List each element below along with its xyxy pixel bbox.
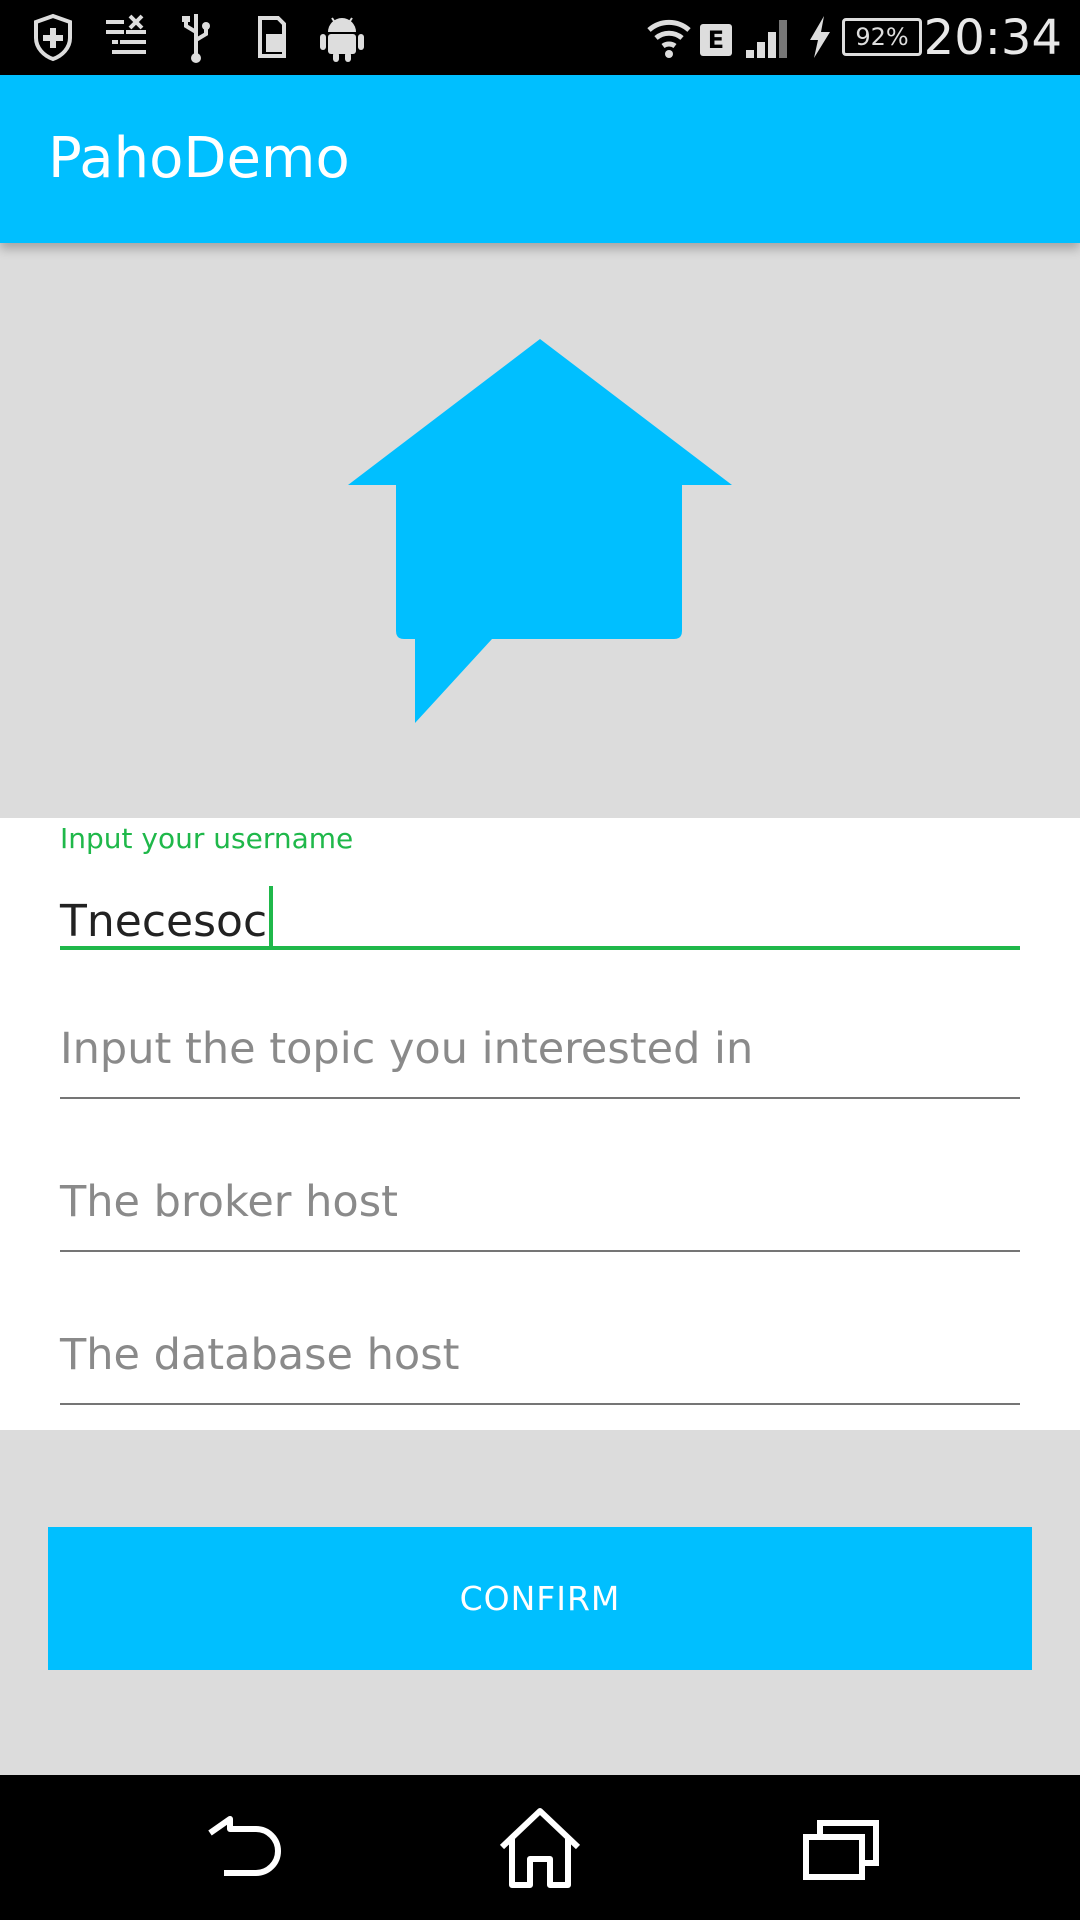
login-form: Input your username Tnecesoc Input the t… bbox=[0, 818, 1080, 1430]
home-icon[interactable] bbox=[490, 1803, 590, 1893]
shield-icon bbox=[34, 13, 72, 62]
topic-field[interactable]: Input the topic you interested in bbox=[60, 1008, 1020, 1108]
username-underline bbox=[60, 946, 1020, 950]
database-field[interactable]: The database host bbox=[60, 1314, 1020, 1414]
sim-icon bbox=[258, 16, 286, 58]
app-title: PahoDemo bbox=[48, 126, 350, 191]
username-value-wrap: Tnecesoc bbox=[60, 886, 274, 947]
hero-banner bbox=[0, 243, 1080, 818]
topic-input[interactable]: Input the topic you interested in bbox=[60, 1024, 753, 1074]
database-input[interactable]: The database host bbox=[60, 1330, 460, 1380]
clock: 20:34 bbox=[923, 10, 1062, 66]
android-icon bbox=[320, 17, 364, 62]
usb-icon bbox=[182, 14, 210, 63]
status-bar: E 92% 20:34 bbox=[0, 0, 1080, 75]
topic-underline bbox=[60, 1097, 1020, 1099]
broker-input[interactable]: The broker host bbox=[60, 1177, 398, 1227]
confirm-button[interactable]: CONFIRM bbox=[48, 1527, 1032, 1670]
notification-clear-icon bbox=[106, 14, 146, 54]
battery-level: 92% bbox=[855, 23, 909, 51]
database-underline bbox=[60, 1403, 1020, 1405]
house-speech-bubble-icon bbox=[348, 339, 732, 723]
username-field[interactable]: Input your username Tnecesoc bbox=[60, 822, 1020, 962]
back-icon[interactable] bbox=[194, 1803, 294, 1893]
nav-bar bbox=[0, 1775, 1080, 1920]
signal-icon bbox=[746, 20, 787, 58]
text-cursor bbox=[269, 886, 274, 946]
app-bar: PahoDemo bbox=[0, 75, 1080, 243]
battery-icon: 92% bbox=[842, 18, 922, 56]
username-label: Input your username bbox=[60, 822, 354, 855]
username-input[interactable]: Tnecesoc bbox=[60, 896, 267, 947]
broker-field[interactable]: The broker host bbox=[60, 1161, 1020, 1261]
confirm-label: CONFIRM bbox=[459, 1579, 621, 1618]
recents-icon[interactable] bbox=[790, 1803, 890, 1893]
broker-underline bbox=[60, 1250, 1020, 1252]
wifi-icon bbox=[647, 19, 691, 58]
charging-icon bbox=[810, 16, 830, 58]
network-e-icon: E bbox=[700, 24, 732, 56]
